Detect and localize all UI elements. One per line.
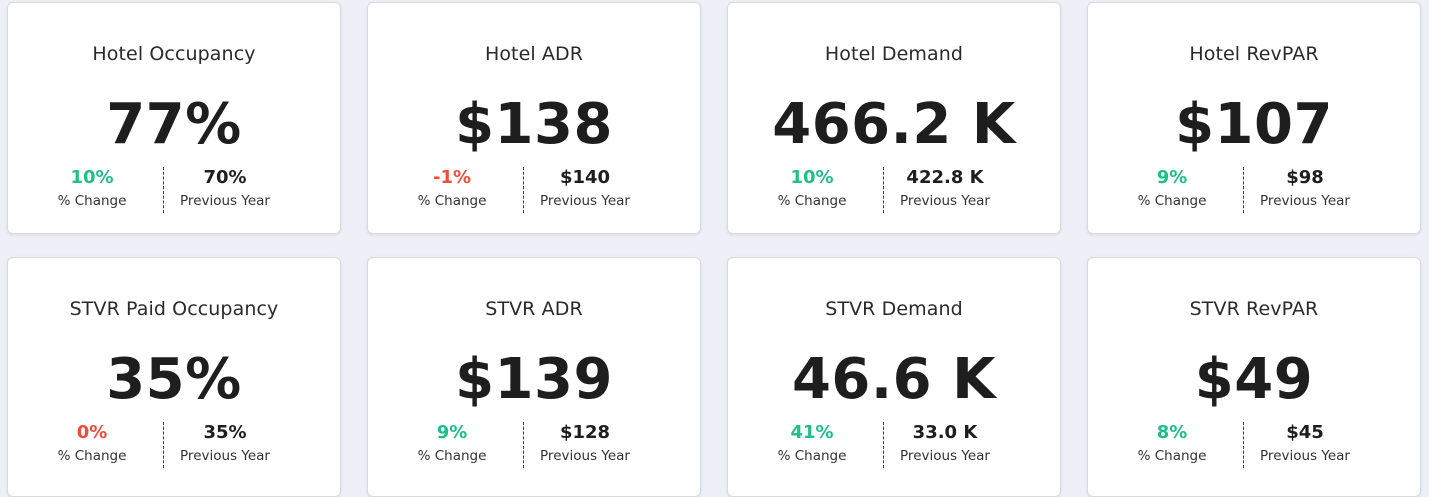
kpi-previous-value: $140 <box>559 167 611 188</box>
kpi-stats: 9% % Change $98 Previous Year <box>1088 165 1420 213</box>
kpi-change: -1% % Change <box>377 165 527 211</box>
kpi-previous-value: $45 <box>1286 422 1324 443</box>
kpi-change-value: 9% <box>436 422 468 443</box>
kpi-change-value: 9% <box>1156 167 1188 188</box>
kpi-card-hotel-revpar[interactable]: Hotel RevPAR $107 9% % Change $98 Previo… <box>1087 2 1421 234</box>
kpi-title: Hotel ADR <box>484 43 584 65</box>
kpi-previous-label: Previous Year <box>900 448 990 464</box>
kpi-change-label: % Change <box>1137 193 1207 209</box>
kpi-previous-label: Previous Year <box>180 448 270 464</box>
kpi-value: 46.6 K <box>791 347 997 412</box>
kpi-previous: 35% Previous Year <box>150 420 300 466</box>
kpi-change-label: % Change <box>57 193 127 209</box>
kpi-title: Hotel Demand <box>824 43 964 65</box>
kpi-previous: $140 Previous Year <box>510 165 660 211</box>
kpi-value: 466.2 K <box>772 92 1016 157</box>
kpi-change-label: % Change <box>777 448 847 464</box>
kpi-previous-label: Previous Year <box>540 448 630 464</box>
kpi-change: 41% % Change <box>737 420 887 466</box>
kpi-stats: 8% % Change $45 Previous Year <box>1088 420 1420 468</box>
kpi-previous-label: Previous Year <box>540 193 630 209</box>
kpi-title: Hotel Occupancy <box>92 43 256 65</box>
kpi-previous-value: 70% <box>203 167 247 188</box>
kpi-value: $138 <box>455 92 613 157</box>
kpi-card-stvr-adr[interactable]: STVR ADR $139 9% % Change $128 Previous … <box>367 257 701 497</box>
kpi-previous: 33.0 K Previous Year <box>870 420 1020 466</box>
kpi-previous: 70% Previous Year <box>150 165 300 211</box>
kpi-change-value: 0% <box>76 422 108 443</box>
kpi-change-value: 10% <box>70 167 114 188</box>
kpi-previous: $98 Previous Year <box>1230 165 1380 211</box>
kpi-stats: 9% % Change $128 Previous Year <box>368 420 700 468</box>
kpi-card-stvr-revpar[interactable]: STVR RevPAR $49 8% % Change $45 Previous… <box>1087 257 1421 497</box>
kpi-card-hotel-adr[interactable]: Hotel ADR $138 -1% % Change $140 Previou… <box>367 2 701 234</box>
kpi-previous-value: 33.0 K <box>912 422 978 443</box>
kpi-title: STVR Paid Occupancy <box>69 298 279 320</box>
kpi-stats: -1% % Change $140 Previous Year <box>368 165 700 213</box>
kpi-change-label: % Change <box>57 448 127 464</box>
kpi-dashboard: Hotel Occupancy 77% 10% % Change 70% Pre… <box>0 0 1429 497</box>
kpi-title: STVR Demand <box>825 298 963 320</box>
kpi-previous: $45 Previous Year <box>1230 420 1380 466</box>
kpi-change: 9% % Change <box>377 420 527 466</box>
kpi-stats: 10% % Change 422.8 K Previous Year <box>728 165 1060 213</box>
kpi-value: $49 <box>1194 347 1314 412</box>
kpi-previous-label: Previous Year <box>180 193 270 209</box>
kpi-value: 77% <box>106 92 242 157</box>
kpi-previous-value: $128 <box>559 422 611 443</box>
kpi-previous-label: Previous Year <box>1260 193 1350 209</box>
kpi-change-label: % Change <box>777 193 847 209</box>
kpi-previous-value: 422.8 K <box>906 167 984 188</box>
kpi-change: 10% % Change <box>737 165 887 211</box>
kpi-value: $107 <box>1175 92 1333 157</box>
kpi-change: 10% % Change <box>17 165 167 211</box>
kpi-stats: 0% % Change 35% Previous Year <box>8 420 340 468</box>
kpi-title: Hotel RevPAR <box>1189 43 1319 65</box>
kpi-change: 9% % Change <box>1097 165 1247 211</box>
kpi-stats: 10% % Change 70% Previous Year <box>8 165 340 213</box>
kpi-title: STVR RevPAR <box>1189 298 1319 320</box>
kpi-previous-value: $98 <box>1286 167 1324 188</box>
kpi-change: 8% % Change <box>1097 420 1247 466</box>
kpi-change-label: % Change <box>417 193 487 209</box>
kpi-change: 0% % Change <box>17 420 167 466</box>
kpi-change-value: 10% <box>790 167 834 188</box>
kpi-previous: 422.8 K Previous Year <box>870 165 1020 211</box>
kpi-change-label: % Change <box>417 448 487 464</box>
kpi-card-stvr-demand[interactable]: STVR Demand 46.6 K 41% % Change 33.0 K P… <box>727 257 1061 497</box>
kpi-card-hotel-demand[interactable]: Hotel Demand 466.2 K 10% % Change 422.8 … <box>727 2 1061 234</box>
kpi-value: $139 <box>455 347 613 412</box>
kpi-previous-label: Previous Year <box>900 193 990 209</box>
kpi-change-label: % Change <box>1137 448 1207 464</box>
kpi-card-stvr-paid-occupancy[interactable]: STVR Paid Occupancy 35% 0% % Change 35% … <box>7 257 341 497</box>
kpi-change-value: -1% <box>432 167 472 188</box>
kpi-previous: $128 Previous Year <box>510 420 660 466</box>
kpi-change-value: 41% <box>790 422 834 443</box>
kpi-previous-value: 35% <box>203 422 247 443</box>
kpi-title: STVR ADR <box>485 298 583 320</box>
kpi-previous-label: Previous Year <box>1260 448 1350 464</box>
kpi-card-hotel-occupancy[interactable]: Hotel Occupancy 77% 10% % Change 70% Pre… <box>7 2 341 234</box>
kpi-change-value: 8% <box>1156 422 1188 443</box>
kpi-value: 35% <box>106 347 242 412</box>
kpi-stats: 41% % Change 33.0 K Previous Year <box>728 420 1060 468</box>
